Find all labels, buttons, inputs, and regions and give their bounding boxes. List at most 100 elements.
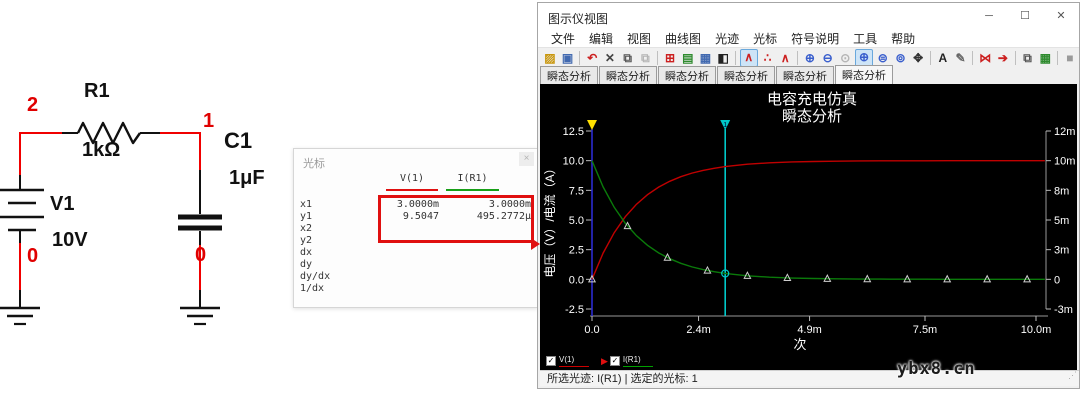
cursor-panel-title: 光标 — [303, 158, 325, 170]
zoom-out-icon[interactable]: ⊖ — [820, 50, 836, 66]
title-bar[interactable]: 图示仪视图 ─ ☐ ✕ — [538, 3, 1079, 29]
trace-label[interactable]: I(R1) — [623, 355, 641, 364]
menu-item-6[interactable]: 符号说明 — [784, 30, 846, 47]
grid-icon[interactable]: ⊞ — [662, 50, 678, 66]
edit-label-icon[interactable]: ✎ — [953, 50, 969, 66]
net-label-1: 1 — [203, 110, 215, 132]
y-tick-label-right: 8m — [1054, 185, 1069, 197]
trace-values-icon[interactable]: ∴ — [760, 50, 776, 66]
ground-right-symbol[interactable] — [180, 306, 220, 326]
trace-color-line — [559, 365, 589, 367]
y-tick-label-right: 12m — [1054, 126, 1075, 138]
trace-I(R1)[interactable] — [591, 160, 1045, 281]
cursor-cell: dx — [300, 247, 313, 258]
trace-peak-icon[interactable]: ∧ — [777, 50, 793, 66]
minimize-icon[interactable]: ─ — [971, 3, 1007, 29]
toolbar-separator — [657, 51, 659, 65]
selected-trace-arrow: ▶ — [601, 356, 608, 366]
net-label-0-left: 0 — [27, 245, 39, 267]
zoom-x-icon[interactable]: ⊜ — [875, 50, 891, 66]
cursor-cell — [439, 259, 531, 271]
x-tick-label: 10.0m — [1021, 324, 1052, 336]
menu-item-0[interactable]: 文件 — [544, 30, 582, 47]
selected-trace-arrow — [531, 238, 540, 250]
paste-icon[interactable]: ⧉ — [638, 50, 654, 66]
source-ref-label: V1 — [50, 193, 75, 215]
capacitor-symbol[interactable] — [178, 214, 222, 231]
menu-bar: 文件 编辑 视图 曲线图 光迹 光标 符号说明 工具 帮助 — [538, 29, 1079, 48]
watermark: ybx8.cn — [897, 359, 976, 379]
toolbar-separator — [1057, 51, 1059, 65]
export-icon[interactable]: ➔ — [995, 50, 1011, 66]
tab-transient-analysis-3[interactable]: 瞬态分析 — [717, 66, 775, 86]
y-tick-label-left: 5.0 — [569, 215, 584, 227]
menu-item-7[interactable]: 工具 — [846, 30, 884, 47]
chart-subtitle: 瞬态分析 — [782, 108, 842, 125]
y-tick-label-right: 5m — [1054, 215, 1069, 227]
status-bar: 所选光迹: I(R1) | 选定的光标: 1 ⋰ — [540, 370, 1079, 386]
menu-item-1[interactable]: 编辑 — [582, 30, 620, 47]
y-axis-label: 电压（V）/电流（A） — [543, 162, 557, 277]
open-icon[interactable]: ▨ — [542, 50, 558, 66]
trace-checkbox[interactable]: ✓ — [609, 356, 620, 366]
chart-title: 电容充电仿真 — [767, 90, 857, 108]
trace-label[interactable]: V(1) — [559, 355, 574, 364]
stop-icon[interactable]: ■ — [1062, 50, 1078, 66]
y-tick-label-right: 0 — [1054, 274, 1060, 286]
trace-legend: ✓ V(1) ▶ ✓ I(R1) — [546, 354, 659, 368]
zoom-in-icon[interactable]: ⊕ — [802, 50, 818, 66]
trace-checkbox[interactable]: ✓ — [546, 356, 556, 366]
menu-item-4[interactable]: 光迹 — [708, 30, 746, 47]
menu-item-2[interactable]: 视图 — [620, 30, 658, 47]
resistor-value-label: 1kΩ — [82, 139, 121, 161]
close-icon[interactable]: ✕ — [1043, 3, 1079, 29]
tab-transient-analysis-0[interactable]: 瞬态分析 — [540, 66, 598, 86]
close-icon[interactable]: × — [519, 152, 534, 166]
v1-underline — [386, 189, 438, 191]
maximize-icon[interactable]: ☐ — [1007, 3, 1043, 29]
cursor-col-ir1: I(R1) — [457, 173, 488, 184]
cursor-cell: y2 — [300, 235, 313, 246]
legend-icon[interactable]: ▤ — [680, 50, 696, 66]
menu-item-8[interactable]: 帮助 — [884, 30, 922, 47]
show-cursors-icon[interactable]: ∧ — [739, 49, 758, 67]
resize-grip[interactable]: ⋰ — [1068, 367, 1077, 383]
copy-icon[interactable]: ⧉ — [620, 50, 636, 66]
tab-transient-analysis-4[interactable]: 瞬态分析 — [776, 66, 834, 86]
cursor-row-dy/dx: dy/dx — [300, 271, 531, 283]
zoom-window-icon[interactable]: ⊙ — [837, 50, 853, 66]
overlay-traces-icon[interactable]: ⋈ — [977, 50, 993, 66]
cursor-row-1/dx: 1/dx — [300, 283, 531, 295]
battery-symbol[interactable] — [0, 188, 44, 232]
ir1-underline — [446, 189, 499, 191]
toolbar-separator — [1014, 51, 1016, 65]
circuit-schematic — [0, 121, 222, 326]
cursor-cell: dy/dx — [300, 271, 331, 282]
tab-transient-analysis-1[interactable]: 瞬态分析 — [599, 66, 657, 86]
save-icon[interactable]: ▣ — [560, 50, 576, 66]
resistor-ref-label: R1 — [84, 80, 110, 102]
tab-transient-analysis-2[interactable]: 瞬态分析 — [658, 66, 716, 86]
cursor-cell: dy — [300, 259, 313, 270]
export-excel-icon[interactable]: ▦ — [1037, 50, 1053, 66]
text-annotation-icon[interactable]: A — [935, 50, 951, 66]
cursor-panel: 光标 × V(1) I(R1) x1 3.0000m 3.0000m y1 9.5047… — [293, 148, 538, 308]
transient-plot: 电容充电仿真瞬态分析电压（V）/电流（A）0.0 2.4m 4.9m 7.5m 10.0… — [543, 90, 1075, 352]
toolbar: ▨ ▣ ↶ ✕ ⧉ ⧉ ⊞ ▤ ▦ ◧ ∧ ∴ ∧ ⊕ ⊖ ⊙ ⊕ ⊜ ⊚ ✥ A ✎ ⋈ ➔ ⧉ ▦ ■ — [538, 48, 1079, 68]
trace-V(1)[interactable] — [591, 159, 1045, 280]
y-tick-label-right: 3m — [1054, 245, 1069, 257]
menu-item-5[interactable]: 光标 — [746, 30, 784, 47]
pan-icon[interactable]: ✥ — [910, 50, 926, 66]
cursor-cell: x2 — [300, 223, 313, 234]
undo-icon[interactable]: ↶ — [584, 50, 600, 66]
invert-colors-icon[interactable]: ◧ — [715, 50, 731, 66]
status-text: 所选光迹: I(R1) | 选定的光标: 1 — [547, 373, 698, 385]
graph-properties-icon[interactable]: ▦ — [698, 50, 714, 66]
cut-icon[interactable]: ✕ — [602, 50, 618, 66]
ground-left-symbol[interactable] — [0, 306, 40, 326]
zoom-y-icon[interactable]: ⊚ — [893, 50, 909, 66]
cursor-cell: 1/dx — [300, 283, 325, 294]
menu-item-3[interactable]: 曲线图 — [658, 30, 708, 47]
cursor-2-handle[interactable] — [587, 120, 597, 130]
copy-graph-icon[interactable]: ⧉ — [1020, 50, 1036, 66]
